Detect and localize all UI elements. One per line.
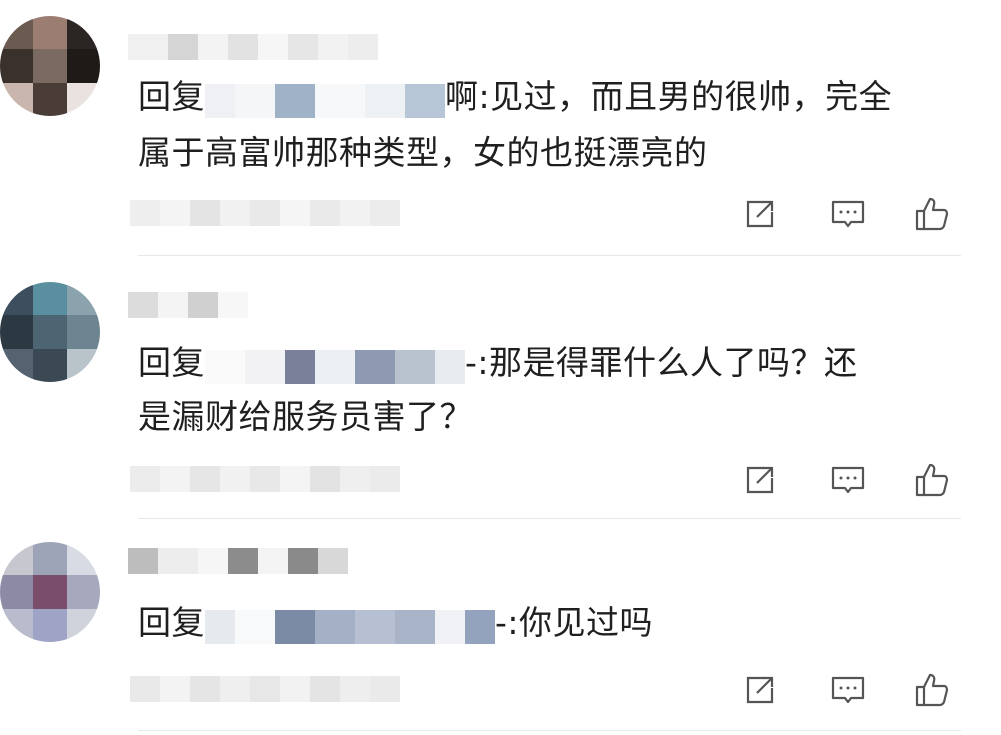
thumbs-up-icon: [915, 463, 949, 497]
thumbs-up-icon: [915, 673, 949, 707]
comment-icon: [831, 676, 865, 704]
comment-text-line1: 回复 -:你见过吗: [138, 594, 653, 652]
share-button[interactable]: [740, 194, 780, 234]
like-button[interactable]: [912, 460, 952, 500]
comment-actions: [740, 670, 960, 710]
username-blurred[interactable]: [128, 548, 348, 574]
comment-text-line2: 是漏财给服务员害了？: [138, 397, 473, 436]
thumbs-up-icon: [915, 197, 949, 231]
like-button[interactable]: [912, 194, 952, 234]
avatar[interactable]: [0, 542, 100, 642]
mention-blurred[interactable]: [205, 78, 445, 118]
reply-label: 回复: [138, 343, 205, 382]
comment-meta-blurred: [130, 466, 400, 492]
share-icon: [746, 466, 774, 494]
comment-actions: [740, 460, 960, 500]
comment-text: 啊:见过，而且男的很帅，完全: [445, 77, 893, 116]
avatar[interactable]: [0, 16, 100, 116]
avatar[interactable]: [0, 282, 100, 382]
share-button[interactable]: [740, 460, 780, 500]
comment-item: 回复 -:那是得罪什么人了吗？还 是漏财给服务员害了？: [0, 256, 1001, 519]
username-blurred[interactable]: [128, 34, 378, 60]
comment-icon: [831, 466, 865, 494]
comment-actions: [740, 194, 960, 234]
comment-text-line1: 回复 -:那是得罪什么人了吗？还: [138, 334, 858, 392]
comment-meta-blurred: [130, 200, 400, 226]
like-button[interactable]: [912, 670, 952, 710]
share-icon: [746, 200, 774, 228]
username-blurred[interactable]: [128, 292, 248, 318]
comment-text-line2: 属于高富帅那种类型，女的也挺漂亮的: [138, 133, 708, 172]
reply-button[interactable]: [828, 194, 868, 234]
mention-blurred[interactable]: [205, 604, 495, 644]
mention-blurred[interactable]: [205, 344, 465, 384]
comment-meta-blurred: [130, 676, 400, 702]
reply-button[interactable]: [828, 460, 868, 500]
comment-text: -:你见过吗: [495, 603, 654, 642]
reply-button[interactable]: [828, 670, 868, 710]
share-button[interactable]: [740, 670, 780, 710]
comment-item: 回复 -:你见过吗: [0, 518, 1001, 735]
comment-text-line1: 回复 啊:见过，而且男的很帅，完全: [138, 68, 892, 126]
comment-item: 回复 啊:见过，而且男的很帅，完全 属于高富帅那种类型，女的也挺漂亮的: [0, 0, 1001, 256]
reply-label: 回复: [138, 77, 205, 116]
divider: [138, 730, 961, 731]
reply-label: 回复: [138, 603, 205, 642]
comment-text: -:那是得罪什么人了吗？还: [465, 343, 858, 382]
comment-icon: [831, 200, 865, 228]
share-icon: [746, 676, 774, 704]
